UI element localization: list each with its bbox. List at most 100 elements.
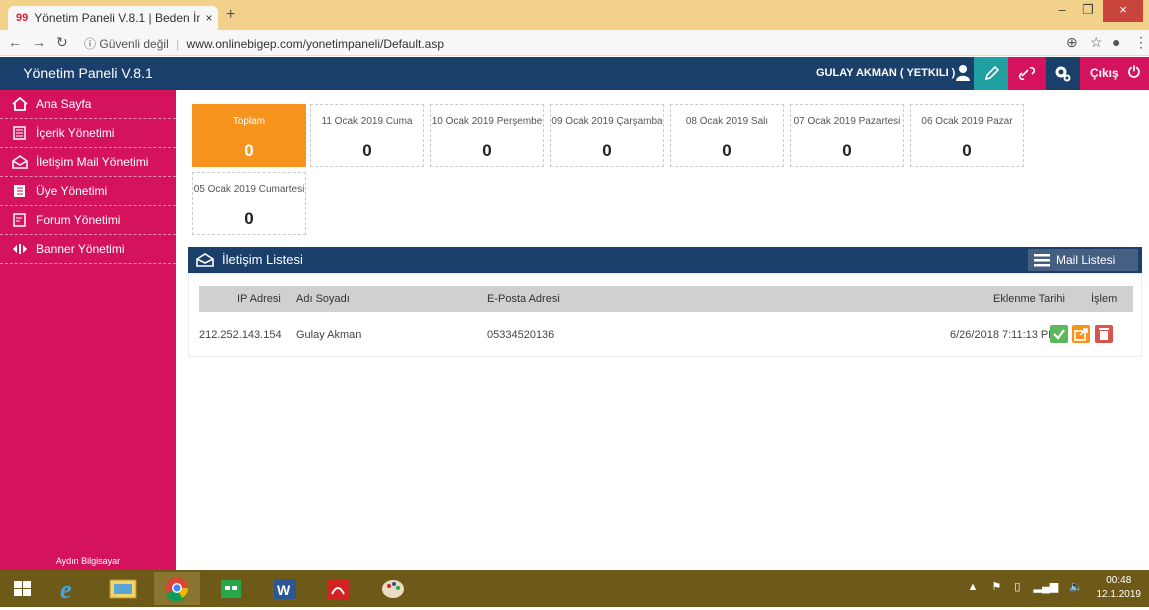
clock-date: 12.1.2019 [1096, 589, 1142, 600]
column-header-email: E-Posta Adresi [487, 293, 560, 305]
reply-button[interactable] [1072, 325, 1090, 343]
sidebar-item-content[interactable]: İçerik Yönetimi [0, 119, 176, 148]
svg-text:e: e [60, 575, 72, 604]
stat-card-day: 11 Ocak 2019 Cuma 0 [310, 104, 424, 167]
stat-value: 0 [962, 141, 972, 160]
tray-battery-icon[interactable]: ▯ [1014, 581, 1020, 593]
cell-name: Gulay Akman [296, 329, 362, 341]
check-icon [1053, 329, 1065, 340]
cell-date: 6/26/2018 7:11:13 PM [950, 329, 1058, 341]
url-text: www.onlinebigep.com/yonetimpaneli/Defaul… [186, 37, 445, 51]
new-tab-button[interactable]: + [226, 6, 235, 24]
start-button[interactable] [0, 572, 46, 605]
word-icon: W [274, 579, 296, 599]
taskbar-internet-explorer[interactable]: e [46, 572, 92, 605]
arrows-icon [13, 244, 27, 254]
stat-card-day: 09 Ocak 2019 Çarşamba 0 [550, 104, 664, 167]
reload-icon[interactable]: ↻ [56, 34, 68, 51]
sidebar-item-contact-mail[interactable]: İletişim Mail Yönetimi [0, 148, 176, 177]
app-header: Yönetim Paneli V.8.1 GULAY AKMAN ( YETKI… [0, 57, 1149, 90]
table-header: IP Adresi Adı Soyadı E-Posta Adresi Ekle… [199, 286, 1133, 312]
forward-arrow-icon[interactable]: → [32, 34, 46, 50]
sidebar-item-banner[interactable]: Banner Yönetimi [0, 235, 176, 264]
menu-dots-icon[interactable]: ⋮ [1134, 34, 1148, 51]
browser-tab-strip: 99 Yönetim Paneli V.8.1 | Beden İma × + … [0, 0, 1149, 30]
tray-flag-icon[interactable]: ⚑ [991, 581, 1001, 593]
sidebar-item-label: İçerik Yönetimi [36, 126, 115, 140]
clock-time: 00:48 [1106, 575, 1132, 586]
site-favicon-icon: 99 [16, 12, 29, 24]
tab-close-icon[interactable]: × [200, 11, 218, 25]
mail-list-label: Mail Listesi [1056, 253, 1116, 267]
home-icon [12, 97, 28, 111]
svg-text:W: W [277, 582, 291, 598]
sidebar-item-forum[interactable]: Forum Yönetimi [0, 206, 176, 235]
taskbar-paint[interactable] [370, 572, 416, 605]
windows-logo-icon [14, 581, 31, 596]
window-close-button[interactable]: × [1103, 0, 1143, 22]
stat-value: 0 [482, 141, 492, 160]
taskbar-store[interactable] [208, 572, 254, 605]
sidebar-footer: Aydın Bilgisayar [55, 556, 121, 566]
sidebar: Ana Sayfa İçerik Yönetimi İletişim Mail … [0, 90, 176, 570]
settings-button[interactable] [1046, 57, 1080, 90]
internet-explorer-icon: e [60, 575, 72, 604]
stat-card-day: 06 Ocak 2019 Pazar 0 [910, 104, 1024, 167]
column-header-action: İşlem [1091, 293, 1118, 305]
stat-card-day: 10 Ocak 2019 Perşembe 0 [430, 104, 544, 167]
menu-bars-icon [1034, 254, 1050, 267]
stat-value: 0 [244, 141, 254, 160]
tray-arrow-icon[interactable]: ▲ [968, 581, 979, 593]
chrome-icon [166, 577, 189, 602]
url-field[interactable]: ⓘ Güvenli değil | www.onlinebigep.com/yo… [84, 35, 444, 52]
window-minimize-button[interactable]: – [1049, 0, 1075, 22]
stat-value: 0 [842, 141, 852, 160]
edit-button[interactable] [974, 57, 1008, 90]
taskbar-acrobat[interactable] [316, 572, 362, 605]
tab-title: Yönetim Paneli V.8.1 | Beden İma [34, 11, 200, 25]
link-button[interactable] [1008, 57, 1046, 90]
app-brand[interactable]: Yönetim Paneli V.8.1 [0, 57, 176, 90]
sidebar-item-members[interactable]: Üye Yönetimi [0, 177, 176, 206]
profile-icon[interactable]: ● [1112, 34, 1120, 50]
taskbar-word[interactable]: W [262, 572, 308, 605]
tray-volume-icon[interactable]: 🔈 [1069, 581, 1083, 593]
stat-label: 10 Ocak 2019 Perşembe [431, 116, 543, 127]
delete-button[interactable] [1095, 325, 1113, 343]
contact-list-panel-header: İletişim Listesi Mail Listesi [188, 247, 1142, 273]
bookmark-star-icon[interactable]: ☆ [1090, 34, 1103, 51]
mail-list-button[interactable]: Mail Listesi [1028, 249, 1138, 271]
tray-signal-icon[interactable]: ▂▄▆ [1034, 581, 1059, 593]
taskbar-clock[interactable]: 00:48 12.1.2019 [1097, 574, 1142, 602]
logout-button[interactable]: Çıkış ⏻ [1080, 57, 1149, 90]
stat-card-day: 07 Ocak 2019 Pazartesi 0 [790, 104, 904, 167]
stat-card-day: 05 Ocak 2019 Cumartesi 0 [192, 172, 306, 235]
column-header-date: Eklenme Tarihi [993, 293, 1065, 305]
stat-label: 05 Ocak 2019 Cumartesi [193, 184, 305, 195]
forum-icon [13, 213, 26, 227]
back-arrow-icon[interactable]: ← [8, 34, 22, 50]
mail-icon [196, 253, 214, 267]
column-header-name: Adı Soyadı [296, 293, 350, 305]
stat-value: 0 [362, 141, 372, 160]
trash-icon [1099, 328, 1109, 340]
approve-button[interactable] [1050, 325, 1068, 343]
taskbar-chrome[interactable] [154, 572, 200, 605]
system-tray[interactable]: ▲ ⚑ ▯ ▂▄▆ 🔈 [968, 580, 1084, 593]
stat-label: 06 Ocak 2019 Pazar [921, 116, 1013, 127]
window-maximize-button[interactable]: ❐ [1075, 0, 1101, 22]
book-icon [14, 185, 25, 197]
table-row: 212.252.143.154 Gulay Akman 05334520136 … [199, 322, 1133, 346]
stat-value: 0 [602, 141, 612, 160]
contact-list-panel: IP Adresi Adı Soyadı E-Posta Adresi Ekle… [188, 273, 1142, 357]
folder-icon [109, 579, 137, 599]
taskbar-file-explorer[interactable] [100, 572, 146, 605]
sidebar-item-label: Banner Yönetimi [36, 242, 125, 256]
sidebar-item-home[interactable]: Ana Sayfa [0, 90, 176, 119]
sidebar-item-label: Ana Sayfa [36, 97, 92, 111]
user-name: GULAY AKMAN ( YETKILI ) [816, 67, 956, 79]
zoom-icon[interactable]: ⊕ [1066, 34, 1078, 51]
browser-tab[interactable]: 99 Yönetim Paneli V.8.1 | Beden İma × [8, 6, 218, 30]
panel-title: İletişim Listesi [222, 252, 303, 267]
user-icon[interactable] [955, 64, 971, 82]
